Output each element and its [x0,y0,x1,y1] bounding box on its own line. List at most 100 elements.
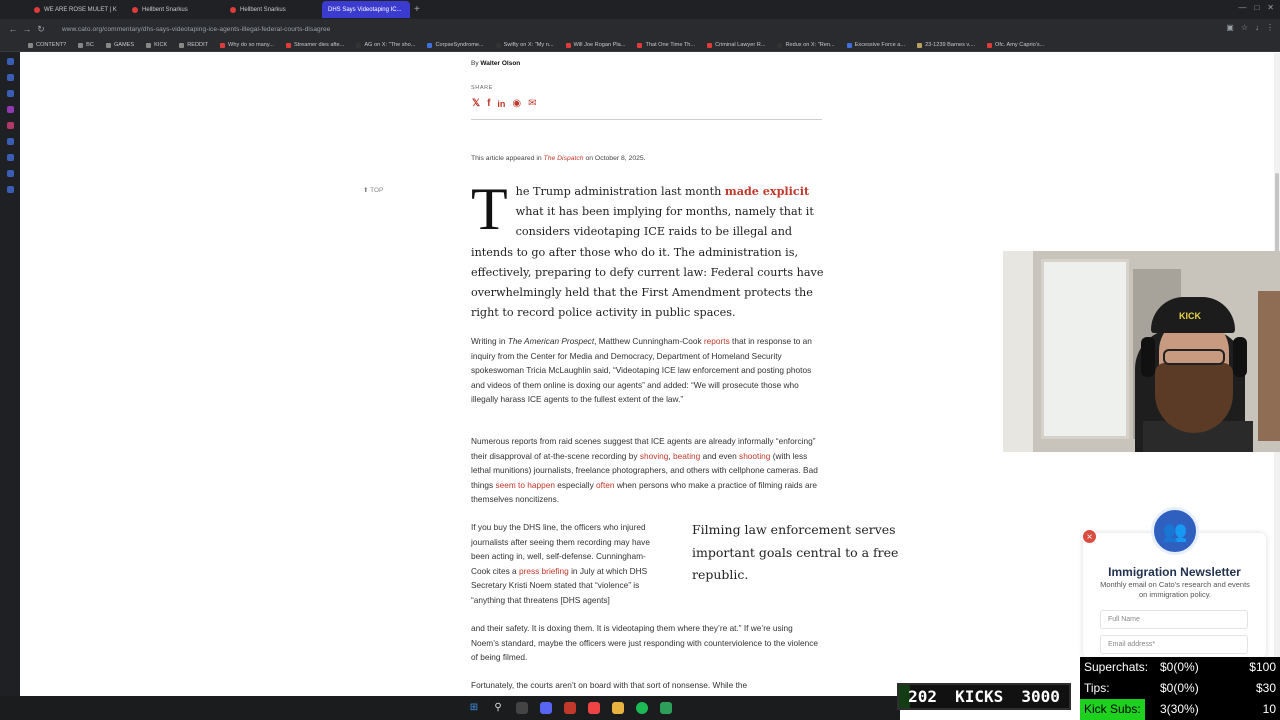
browser-tab[interactable]: Hellbent Snarkus [224,1,320,18]
webcam-overlay: KICK [1003,251,1280,452]
search-icon[interactable]: ⚲ [492,702,504,714]
beating-link[interactable]: beating [673,451,700,461]
bookmark-item[interactable]: Streamer dies afte... [285,42,344,48]
folder-icon [78,42,84,48]
shooting-link[interactable]: shooting [739,451,770,461]
close-icon[interactable]: × [1082,529,1097,544]
app-icon[interactable] [660,702,672,714]
site-favicon-icon [707,42,713,48]
bookmark-star-icon[interactable]: ☆ [1241,23,1248,32]
bookmark-item[interactable]: KICK [146,42,167,48]
site-favicon-icon [427,42,433,48]
browser-tab[interactable]: WE ARE ROSE MULET | K [28,1,124,18]
shoving-link[interactable]: shoving [640,451,669,461]
reddit-icon[interactable]: ◉ [512,98,521,110]
url-field[interactable]: www.cato.org/commentary/dhs-says-videota… [62,26,330,33]
author-link[interactable]: Walter Olson [480,60,520,67]
bookmark-item[interactable]: Redux on X: "Ren... [777,42,835,48]
bookmark-item[interactable]: CorpseSyndrome... [427,42,484,48]
browser-icon[interactable] [588,702,600,714]
bookmark-item[interactable]: Criminal Lawyer R... [707,42,765,48]
forward-icon[interactable]: → [20,24,34,34]
folder-icon[interactable] [612,702,624,714]
reload-icon[interactable]: ↻ [34,24,48,35]
sidebar-app-icon[interactable] [6,122,14,129]
new-tab-button[interactable]: + [414,4,420,15]
bookmark-item[interactable]: BC [78,42,94,48]
bookmark-item[interactable]: That One Time Th... [637,42,695,48]
site-favicon-icon [220,42,226,48]
appeared-in-note: This article appeared in The Dispatch on… [471,155,646,162]
bookmark-item[interactable]: AG on X: "The sho... [356,42,415,48]
bookmark-item[interactable]: GAMES [105,42,134,48]
browser-tab-bar: WE ARE ROSE MULET | K Hellbent Snarkus H… [0,0,1280,19]
kicks-label: KICKS [955,687,1004,706]
x-icon[interactable]: 𝕏 [472,98,480,110]
bookmark-item[interactable]: CONTENT? [28,42,66,48]
spotify-icon[interactable] [636,702,648,714]
back-icon[interactable]: ← [6,24,20,34]
facebook-icon[interactable]: f [487,98,490,110]
email-icon[interactable]: ✉ [528,98,536,110]
linkedin-icon[interactable]: in [497,98,505,110]
webcam-background [1041,259,1129,439]
email-field[interactable]: Email address* [1100,635,1248,654]
sidebar-app-icon[interactable] [6,74,14,81]
browser-tab[interactable]: Hellbent Snarkus [126,1,222,18]
bookmark-item[interactable]: Swifty on X: "My n... [495,42,554,48]
site-favicon-icon [285,42,291,48]
webcam-streamer [1163,349,1225,365]
sidebar-app-icon[interactable] [6,106,14,113]
seem-to-happen-link[interactable]: seem to happen [495,480,555,490]
address-bar-row: ← → ↻ www.cato.org/commentary/dhs-says-v… [0,19,1280,39]
newsletter-description: Monthly email on Cato's research and eve… [1100,580,1250,599]
sidebar-app-icon[interactable] [6,186,14,193]
window-controls: — □ ✕ [1238,3,1274,12]
sidebar-app-icon[interactable] [6,90,14,97]
site-favicon-icon [495,42,501,48]
download-icon[interactable]: ↓ [1255,23,1259,32]
bookmark-item[interactable]: Will Joe Rogan Pla... [565,42,625,48]
extension-icon[interactable]: ▣ [1226,23,1234,32]
bookmark-item[interactable]: Excessive Force a... [846,42,905,48]
app-icon[interactable] [516,702,528,714]
full-name-field[interactable]: Full Name [1100,610,1248,629]
maximize-icon[interactable]: □ [1254,3,1259,12]
scrollbar-thumb[interactable] [1275,173,1279,263]
folder-icon [28,42,33,48]
browser-tab-active[interactable]: DHS Says Videotaping IC... [322,1,410,18]
discord-icon[interactable] [540,702,552,714]
tab-favicon-icon [230,6,236,13]
menu-icon[interactable]: ⋮ [1266,23,1274,32]
back-to-top-link[interactable]: ⬆ TOP [363,186,383,194]
source-link[interactable]: The Dispatch [544,155,584,162]
sidebar-app-icon[interactable] [6,154,14,161]
often-link[interactable]: often [596,480,614,490]
kicks-goal-bar: 202 KICKS 3000 [897,683,1071,710]
sidebar-app-icon[interactable] [6,138,14,145]
app-icon[interactable] [564,702,576,714]
bookmark-item[interactable]: 23-1239 Barnes v.... [917,42,975,48]
sidebar-app-icon[interactable] [6,170,14,177]
pull-quote: Filming law enforcement serves important… [692,522,899,582]
bookmark-item[interactable]: Why do so many... [220,42,274,48]
sidebar-app-icon[interactable] [6,58,14,65]
minimize-icon[interactable]: — [1238,3,1246,12]
site-favicon-icon [917,42,923,48]
close-window-icon[interactable]: ✕ [1267,3,1274,12]
site-favicon-icon [987,42,993,48]
made-explicit-link[interactable]: made explicit [725,184,809,198]
site-favicon-icon [846,42,852,48]
share-label: SHARE [471,85,493,91]
lead-paragraph: T he Trump administration last month mad… [471,176,824,320]
stream-goals-panel: Superchats: $0(0%) $100 Tips: $0(0%) $30… [1080,657,1280,720]
windows-start-icon[interactable]: ⊞ [468,702,480,714]
bookmark-item[interactable]: Ofc. Amy Caprio's... [987,42,1044,48]
paragraph: Writing in The American Prospect, Matthe… [471,336,812,404]
site-favicon-icon [565,42,571,48]
reports-link[interactable]: reports [704,336,730,346]
tab-favicon-icon [132,6,138,13]
bookmark-item[interactable]: REDDIT [179,42,208,48]
paragraph: Numerous reports from raid scenes sugges… [471,436,818,504]
press-briefing-link[interactable]: press briefing [519,566,569,576]
